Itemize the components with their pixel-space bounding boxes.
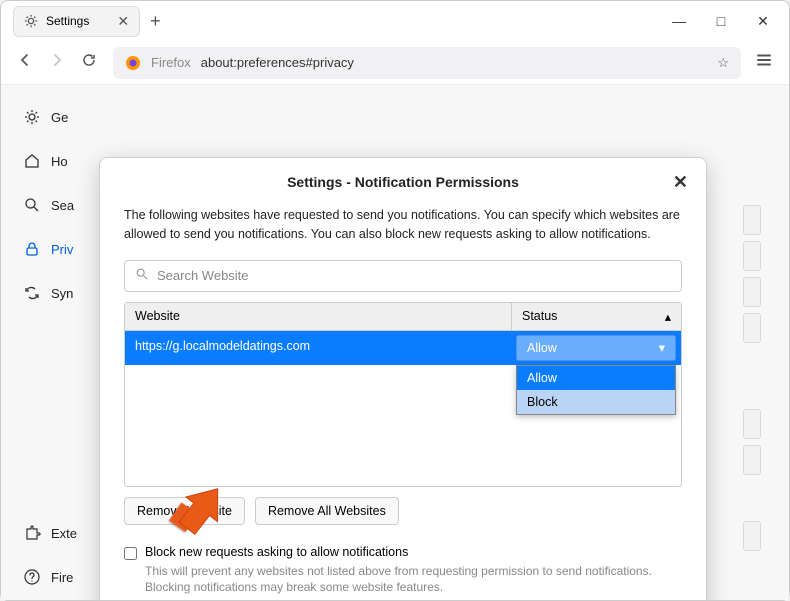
reload-button[interactable] [81, 52, 99, 73]
table-row[interactable]: https://g.localmodeldatings.com Allow ▾ … [125, 331, 681, 365]
toolbar: Firefox about:preferences#privacy ☆ [1, 41, 789, 85]
url-value: about:preferences#privacy [201, 55, 354, 70]
tab-title: Settings [46, 14, 89, 28]
window-controls: — □ ✕ [671, 13, 781, 30]
content-area: Ge Ho Sea Priv Syn Exte [1, 85, 789, 600]
minimize-button[interactable]: — [671, 13, 687, 30]
block-new-requests-checkbox[interactable] [124, 547, 137, 560]
modal-close-button[interactable]: ✕ [673, 172, 688, 193]
chevron-down-icon: ▾ [659, 340, 665, 355]
search-icon [135, 267, 149, 284]
maximize-button[interactable]: □ [713, 13, 729, 30]
col-status-label: Status [522, 309, 557, 323]
menu-button[interactable] [755, 51, 773, 74]
forward-button[interactable] [49, 52, 67, 73]
search-website-input[interactable]: Search Website [124, 260, 682, 292]
block-new-requests-label: Block new requests asking to allow notif… [145, 545, 682, 559]
table-actions: Remove Website Remove All Websites [124, 497, 682, 525]
search-placeholder: Search Website [157, 268, 249, 283]
modal-title: Settings - Notification Permissions [287, 174, 519, 190]
block-new-requests-row: Block new requests asking to allow notif… [124, 545, 682, 597]
browser-window: Settings ✕ + — □ ✕ Firefox about:prefere… [0, 0, 790, 601]
tab-close-icon[interactable]: ✕ [117, 13, 129, 30]
remove-website-button[interactable]: Remove Website [124, 497, 245, 525]
address-bar[interactable]: Firefox about:preferences#privacy ☆ [113, 47, 741, 79]
col-header-website[interactable]: Website [125, 303, 511, 330]
status-dropdown-list: Allow Block [516, 365, 676, 415]
dropdown-option-allow[interactable]: Allow [517, 366, 675, 390]
window-close-button[interactable]: ✕ [755, 13, 771, 30]
sort-arrow-icon: ▴ [665, 309, 671, 324]
cell-website: https://g.localmodeldatings.com [125, 331, 511, 365]
remove-all-websites-button[interactable]: Remove All Websites [255, 497, 399, 525]
block-new-requests-desc: This will prevent any websites not liste… [145, 563, 682, 597]
tab-settings[interactable]: Settings ✕ [13, 6, 140, 37]
notification-permissions-modal: Settings - Notification Permissions ✕ Th… [99, 157, 707, 600]
back-button[interactable] [17, 52, 35, 73]
col-header-status[interactable]: Status ▴ [511, 303, 681, 330]
new-tab-button[interactable]: + [150, 11, 161, 32]
firefox-icon [125, 55, 141, 71]
status-dropdown[interactable]: Allow ▾ [516, 335, 676, 361]
modal-title-bar: Settings - Notification Permissions ✕ [124, 174, 682, 198]
settings-icon [24, 14, 38, 28]
table-header: Website Status ▴ [125, 303, 681, 331]
modal-description: The following websites have requested to… [124, 206, 682, 244]
cell-status: Allow ▾ Allow Block [511, 331, 681, 365]
titlebar: Settings ✕ + — □ ✕ [1, 1, 789, 41]
dropdown-option-block[interactable]: Block [517, 390, 675, 414]
bookmark-star-icon[interactable]: ☆ [717, 55, 729, 71]
status-value: Allow [527, 341, 557, 355]
url-label: Firefox [151, 55, 191, 70]
permissions-table: Website Status ▴ https://g.localmodeldat… [124, 302, 682, 487]
